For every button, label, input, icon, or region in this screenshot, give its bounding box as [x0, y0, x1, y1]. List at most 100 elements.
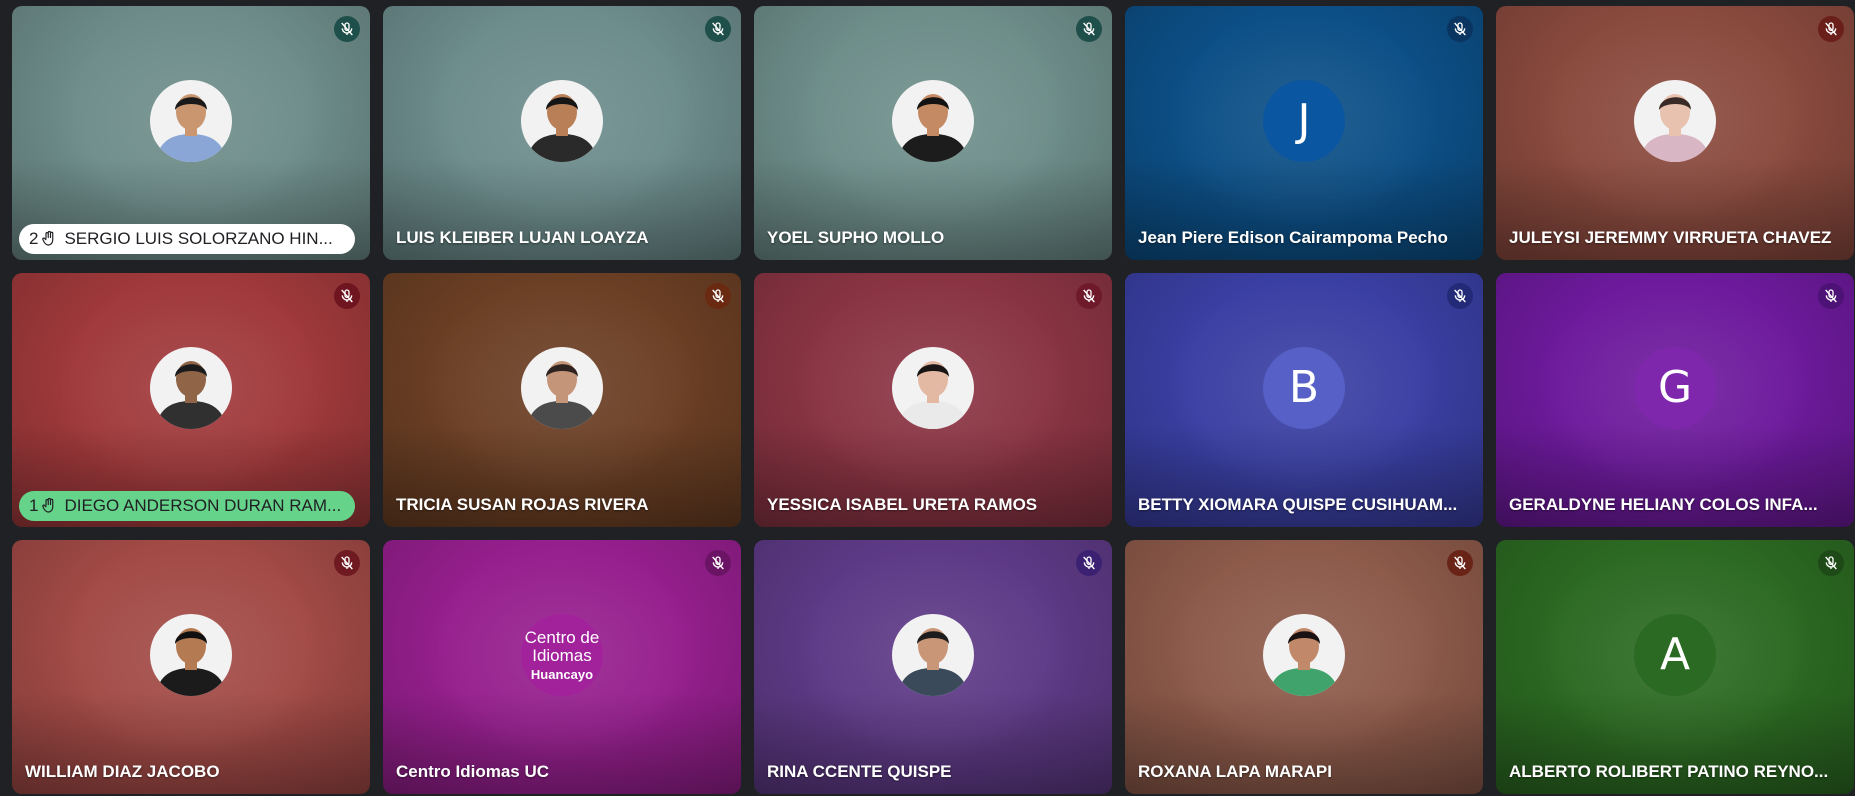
logo-line: Centro de [524, 627, 600, 647]
mic-off-icon [341, 22, 353, 36]
logo-line: Idiomas [532, 645, 592, 665]
participant-name: RINA CCENTE QUISPE [767, 762, 952, 781]
avatar [892, 614, 974, 696]
participant-tile[interactable]: JULEYSI JEREMMY VIRRUETA CHAVEZ [1496, 6, 1854, 260]
participant-name: JULEYSI JEREMMY VIRRUETA CHAVEZ [1509, 228, 1832, 247]
organization-logo: Centro de Idiomas Huancayo [524, 627, 600, 682]
participant-photo [892, 614, 974, 696]
raised-hand-icon [42, 497, 54, 513]
participant-photo [150, 347, 232, 429]
avatar [1634, 80, 1716, 162]
avatar [892, 347, 974, 429]
mic-status [705, 550, 731, 576]
mic-off-icon [1454, 22, 1466, 36]
avatar [521, 347, 603, 429]
avatar [1263, 614, 1345, 696]
participant-photo [521, 347, 603, 429]
mic-off-icon [712, 556, 724, 570]
avatar [521, 80, 603, 162]
raised-hand-badge: 2 SERGIO LUIS SOLORZANO HIN... [19, 224, 355, 254]
mic-off-icon [341, 556, 353, 570]
mic-status [1076, 283, 1102, 309]
avatar [150, 347, 232, 429]
mic-status [1818, 283, 1844, 309]
participant-name: LUIS KLEIBER LUJAN LOAYZA [396, 228, 649, 247]
avatar [150, 614, 232, 696]
mic-status [1447, 283, 1473, 309]
avatar: G [1634, 347, 1716, 429]
avatar: J [1263, 80, 1345, 162]
mic-status [334, 283, 360, 309]
participant-photo [1634, 80, 1716, 162]
participant-photo [521, 80, 603, 162]
participant-tile[interactable]: TRICIA SUSAN ROJAS RIVERA [383, 273, 741, 527]
participant-name: Jean Piere Edison Cairampoma Pecho [1138, 228, 1448, 247]
mic-off-icon [1825, 289, 1837, 303]
participant-name: YOEL SUPHO MOLLO [767, 228, 945, 247]
participant-name: DIEGO ANDERSON DURAN RAM... [64, 496, 342, 515]
mic-status [1818, 550, 1844, 576]
participant-tile[interactable]: YOEL SUPHO MOLLO [754, 6, 1112, 260]
participant-tile[interactable]: RINA CCENTE QUISPE [754, 540, 1112, 794]
mic-status [1818, 16, 1844, 42]
mic-off-icon [1454, 556, 1466, 570]
mic-status [1447, 550, 1473, 576]
mic-status [334, 16, 360, 42]
participant-tile[interactable]: 2 SERGIO LUIS SOLORZANO HIN... [12, 6, 370, 260]
participant-name: SERGIO LUIS SOLORZANO HIN... [64, 229, 333, 248]
participant-tile[interactable]: LUIS KLEIBER LUJAN LOAYZA [383, 6, 741, 260]
participant-name: YESSICA ISABEL URETA RAMOS [767, 495, 1038, 514]
raised-hand-badge: 1 DIEGO ANDERSON DURAN RAM... [19, 491, 355, 521]
participant-name: WILLIAM DIAZ JACOBO [25, 762, 220, 781]
participant-name: TRICIA SUSAN ROJAS RIVERA [396, 495, 649, 514]
participant-tile[interactable]: ROXANA LAPA MARAPI [1125, 540, 1483, 794]
mic-status [334, 550, 360, 576]
participant-photo [150, 614, 232, 696]
avatar-initial: J [1297, 95, 1311, 146]
participant-grid: 2 SERGIO LUIS SOLORZANO HIN... LUIS KLEIBE… [12, 6, 1855, 796]
mic-off-icon [1825, 556, 1837, 570]
participant-name: GERALDYNE HELIANY COLOS INFA... [1509, 495, 1818, 514]
participant-photo [150, 80, 232, 162]
avatar-initial: B [1288, 362, 1320, 413]
mic-status [705, 283, 731, 309]
hand-queue-number: 1 [29, 496, 39, 515]
participant-tile[interactable]: 1 DIEGO ANDERSON DURAN RAM... [12, 273, 370, 527]
mic-off-icon [1825, 22, 1837, 36]
mic-status [1076, 16, 1102, 42]
raised-hand-icon [42, 230, 54, 246]
logo-subtitle: Huancayo [530, 666, 594, 682]
participant-name: Centro Idiomas UC [396, 762, 550, 781]
avatar: Centro de Idiomas Huancayo [521, 614, 603, 696]
participant-tile[interactable]: A ALBERTO ROLIBERT PATINO REYNO... [1496, 540, 1854, 794]
participant-name: BETTY XIOMARA QUISPE CUSIHUAM... [1138, 495, 1458, 514]
avatar-initial: A [1659, 629, 1691, 680]
mic-status [705, 16, 731, 42]
participant-tile[interactable]: J Jean Piere Edison Cairampoma Pecho [1125, 6, 1483, 260]
avatar [892, 80, 974, 162]
avatar: B [1263, 347, 1345, 429]
mic-off-icon [1454, 289, 1466, 303]
mic-status [1447, 16, 1473, 42]
participant-photo [1263, 614, 1345, 696]
participant-tile[interactable]: Centro de Idiomas Huancayo Centro Idiomas U… [383, 540, 741, 794]
mic-off-icon [712, 22, 724, 36]
mic-off-icon [1083, 289, 1095, 303]
participant-photo [892, 80, 974, 162]
participant-tile[interactable]: YESSICA ISABEL URETA RAMOS [754, 273, 1112, 527]
avatar [150, 80, 232, 162]
mic-status [1076, 550, 1102, 576]
mic-off-icon [1083, 556, 1095, 570]
mic-off-icon [712, 289, 724, 303]
participant-tile[interactable]: WILLIAM DIAZ JACOBO [12, 540, 370, 794]
hand-queue-number: 2 [29, 229, 39, 248]
avatar: A [1634, 614, 1716, 696]
mic-off-icon [1083, 22, 1095, 36]
participant-tile[interactable]: G GERALDYNE HELIANY COLOS INFA... [1496, 273, 1854, 527]
participant-tile[interactable]: B BETTY XIOMARA QUISPE CUSIHUAM... [1125, 273, 1483, 527]
participant-photo [892, 347, 974, 429]
avatar-initial: G [1657, 362, 1693, 413]
mic-off-icon [341, 289, 353, 303]
participant-name: ALBERTO ROLIBERT PATINO REYNO... [1509, 762, 1829, 781]
participant-name: ROXANA LAPA MARAPI [1138, 762, 1332, 781]
